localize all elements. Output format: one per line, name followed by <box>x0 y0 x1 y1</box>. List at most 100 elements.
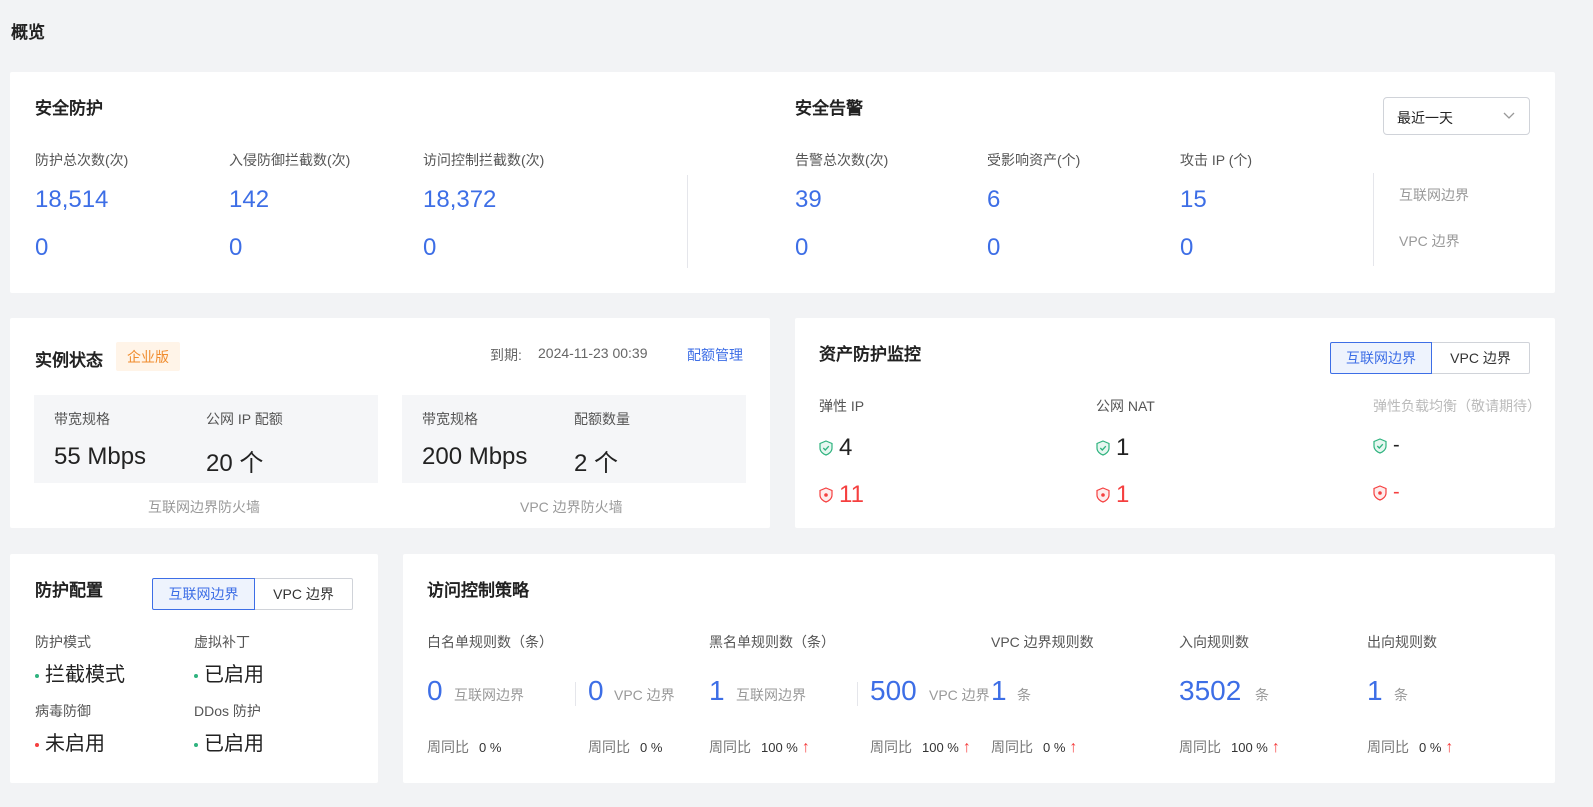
edition-badge: 企业版 <box>116 342 180 371</box>
wow-label: 周同比 <box>1367 739 1409 755</box>
arrow-up-icon: ↑ <box>1069 739 1078 756</box>
protect-mode-text: 拦截模式 <box>45 664 125 686</box>
inbound-rules-wow: 周同比 100 % ↑ <box>1179 737 1280 757</box>
instance-status-card: 实例状态 企业版 到期: 2024-11-23 00:39 配额管理 带宽规格 … <box>10 318 770 528</box>
legend-internet: 互联网边界 <box>1399 187 1469 203</box>
ddos-text: 已启用 <box>204 733 264 755</box>
nat-protected-count: 1 <box>1116 434 1130 461</box>
public-ip-quota-label: 公网 IP 配额 <box>206 411 283 427</box>
vpc-rules-label: VPC 边界规则数 <box>991 634 1094 650</box>
status-dot <box>194 673 198 678</box>
divider <box>857 682 858 706</box>
ips-block-value: 142 <box>229 186 270 213</box>
status-dot <box>35 673 39 678</box>
attack-ip-sub: 0 <box>1180 234 1194 261</box>
elb-label: 弹性负载均衡（敬请期待） <box>1373 398 1541 414</box>
ddos-label: DDos 防护 <box>194 703 261 719</box>
bandwidth-value: 200 Mbps <box>422 443 528 470</box>
wow-label: 周同比 <box>427 739 469 755</box>
arrow-up-icon: ↑ <box>801 739 810 756</box>
quota-count-label: 配额数量 <box>574 411 630 427</box>
wow-value: 100 % <box>922 740 959 755</box>
blacklist-internet-wow: 周同比 100 % ↑ <box>709 737 810 757</box>
whitelist-internet-tag: 互联网边界 <box>454 687 524 703</box>
alerts-title: 安全告警 <box>795 99 863 118</box>
time-range-select[interactable]: 最近一天 <box>1383 97 1530 135</box>
tab-internet[interactable]: 互联网边界 <box>1330 342 1432 374</box>
ips-block-label: 入侵防御拦截数(次) <box>229 152 351 168</box>
elb-protected: - <box>1373 434 1400 457</box>
whitelist-label: 白名单规则数（条） <box>427 634 553 650</box>
alert-total-value: 39 <box>795 186 822 213</box>
arrow-up-icon: ↑ <box>1271 739 1280 756</box>
blacklist-internet-tag: 互联网边界 <box>736 687 806 703</box>
eip-unprotected-count: 11 <box>839 481 864 508</box>
tab-vpc[interactable]: VPC 边界 <box>1432 342 1530 374</box>
virtual-patch-label: 虚拟补丁 <box>194 634 250 650</box>
security-title: 安全防护 <box>35 99 103 118</box>
acl-policy-card: 访问控制策略 白名单规则数（条） 0 互联网边界 0 VPC 边界 周同比 0 %… <box>403 554 1555 783</box>
internet-fw-caption: 互联网边界防火墙 <box>148 499 260 515</box>
acl-block-label: 访问控制拦截数(次) <box>423 152 545 168</box>
page-title: 概览 <box>11 23 45 42</box>
wow-value: 0 % <box>479 740 502 755</box>
total-protect-label: 防护总次数(次) <box>35 152 129 168</box>
asset-boundary-tabs: 互联网边界 VPC 边界 <box>1330 342 1530 374</box>
vpc-fw-caption: VPC 边界防火墙 <box>520 499 623 515</box>
outbound-rules-unit: 条 <box>1394 687 1408 703</box>
shield-alert-icon <box>1373 484 1387 501</box>
virtual-patch-value: 已启用 <box>194 658 264 687</box>
bandwidth-value: 55 Mbps <box>54 443 147 470</box>
total-protect-value: 18,514 <box>35 186 109 213</box>
antivirus-value: 未启用 <box>35 727 105 756</box>
edition-label: 企业版 <box>127 348 169 365</box>
whitelist-internet-count: 0 <box>427 675 443 706</box>
bandwidth-label: 带宽规格 <box>422 411 478 427</box>
quota-manage-link[interactable]: 配额管理 <box>687 345 743 365</box>
internet-fw-quota: 带宽规格 55 Mbps 公网 IP 配额 20 个 <box>34 395 378 483</box>
alert-total-sub: 0 <box>795 234 809 261</box>
instance-title: 实例状态 <box>35 351 103 370</box>
total-protect-sub: 0 <box>35 234 49 261</box>
eip-protected: 4 <box>819 434 852 462</box>
affected-asset-label: 受影响资产(个) <box>987 152 1081 168</box>
inbound-rules-label: 入向规则数 <box>1179 634 1249 650</box>
config-boundary-tabs: 互联网边界 VPC 边界 <box>152 578 353 610</box>
antivirus-text: 未启用 <box>45 733 105 755</box>
whitelist-internet-wow: 周同比 0 % <box>427 737 501 757</box>
ddos-value: 已启用 <box>194 727 264 756</box>
divider <box>1373 173 1374 266</box>
protect-mode-value: 拦截模式 <box>35 658 125 687</box>
public-ip-quota-value: 20 个 <box>206 450 264 477</box>
arrow-up-icon: ↑ <box>1445 739 1454 756</box>
wow-label: 周同比 <box>1179 739 1221 755</box>
ips-block-sub: 0 <box>229 234 243 261</box>
time-range-value: 最近一天 <box>1397 110 1453 126</box>
quota-count-value: 2 个 <box>574 450 619 477</box>
acl-block-sub: 0 <box>423 234 437 261</box>
tab-internet[interactable]: 互联网边界 <box>152 578 255 610</box>
asset-monitor-card: 资产防护监控 互联网边界 VPC 边界 弹性 IP 4 11 公网 NAT 1 … <box>795 318 1555 528</box>
expire-value: 2024-11-23 00:39 <box>538 345 648 361</box>
arrow-up-icon: ↑ <box>962 739 971 756</box>
outbound-rules-wow: 周同比 0 % ↑ <box>1367 737 1453 757</box>
tab-vpc[interactable]: VPC 边界 <box>255 578 353 610</box>
chevron-down-icon <box>1503 112 1515 119</box>
alert-total-label: 告警总次数(次) <box>795 152 889 168</box>
outbound-rules-count: 1 <box>1367 675 1383 706</box>
asset-title: 资产防护监控 <box>819 345 921 364</box>
elb-protected-count: - <box>1393 434 1400 456</box>
wow-label: 周同比 <box>870 739 912 755</box>
wow-label: 周同比 <box>588 739 630 755</box>
blacklist-internet-count: 1 <box>709 675 725 706</box>
wow-value: 0 % <box>1043 740 1066 755</box>
config-title: 防护配置 <box>35 581 103 600</box>
vpc-rules-count: 1 <box>991 675 1007 706</box>
eip-protected-count: 4 <box>839 434 853 461</box>
wow-label: 周同比 <box>709 739 751 755</box>
expire-label: 到期: <box>490 347 522 363</box>
affected-asset-value: 6 <box>987 186 1001 213</box>
eip-unprotected: 11 <box>819 481 864 509</box>
vpc-rules-wow: 周同比 0 % ↑ <box>991 737 1077 757</box>
divider <box>687 175 688 268</box>
